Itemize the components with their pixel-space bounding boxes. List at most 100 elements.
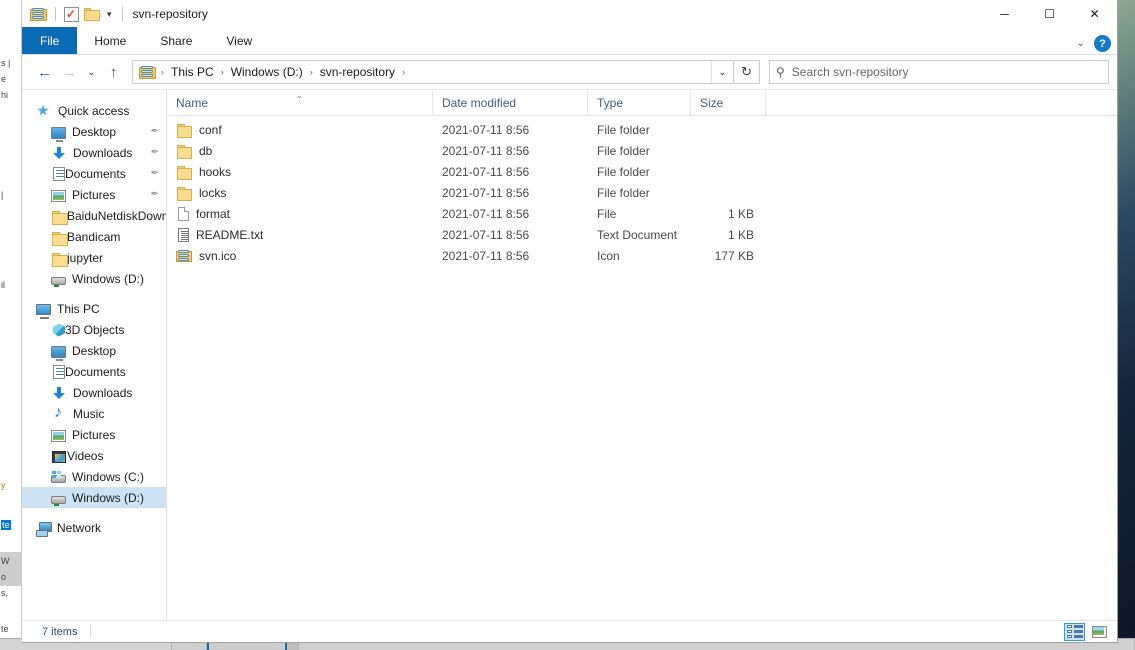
file-list-view[interactable]: Name ⌄ Date modified Type Size conf 2021-…: [167, 89, 1117, 620]
table-row[interactable]: format 2021-07-11 8:56 File 1 KB: [167, 203, 1117, 224]
close-button[interactable]: ✕: [1072, 0, 1117, 28]
pin-icon[interactable]: ✒: [151, 147, 159, 158]
tab-file[interactable]: File: [22, 27, 78, 54]
background-window-fragment[interactable]: s | e hi | il y te Wo s, te: [0, 0, 22, 650]
sidebar-item-pictures[interactable]: Pictures ✒: [22, 184, 166, 205]
file-type-label: File folder: [597, 122, 650, 137]
breadcrumb-this-pc[interactable]: This PC: [167, 65, 218, 79]
tab-home[interactable]: Home: [77, 27, 143, 54]
breadcrumb-separator-1[interactable]: ›: [218, 67, 227, 77]
column-header-size[interactable]: Size: [691, 89, 766, 116]
sidebar-item-windows-d[interactable]: Windows (D:): [22, 268, 166, 289]
cell-name: format: [167, 203, 433, 224]
breadcrumb-separator-0[interactable]: ›: [158, 67, 167, 77]
sidebar-item-label: Videos: [67, 448, 104, 463]
file-type-label: File folder: [597, 185, 650, 200]
address-bar[interactable]: › This PC › Windows (D:) › svn-repositor…: [132, 60, 734, 84]
tab-share[interactable]: Share: [143, 27, 209, 54]
help-icon[interactable]: ?: [1094, 35, 1111, 52]
table-row[interactable]: db 2021-07-11 8:56 File folder: [167, 140, 1117, 161]
sidebar-item-network[interactable]: Network: [22, 517, 166, 538]
file-type-label: Text Document: [597, 227, 678, 242]
fold-icon: [52, 252, 68, 267]
table-row[interactable]: conf 2021-07-11 8:56 File folder: [167, 119, 1117, 140]
background-text-fragment: te: [1, 624, 9, 634]
sidebar-item-bandicam[interactable]: Bandicam: [22, 226, 166, 247]
background-text-fragment: |: [1, 190, 4, 200]
column-header-type-label: Type: [597, 95, 624, 110]
sidebar-item-desktop[interactable]: Desktop ✒: [22, 121, 166, 142]
file-size-label: [691, 140, 766, 161]
sidebar-item-downloads[interactable]: Downloads ✒: [22, 142, 166, 163]
forward-button[interactable]: →: [57, 60, 82, 84]
table-row[interactable]: hooks 2021-07-11 8:56 File folder: [167, 161, 1117, 182]
recent-locations-button[interactable]: ⌄: [82, 60, 101, 84]
table-row[interactable]: locks 2021-07-11 8:56 File folder: [167, 182, 1117, 203]
search-input[interactable]: [791, 65, 1102, 79]
pin-icon[interactable]: ✒: [151, 126, 159, 137]
sidebar-item-jupyter[interactable]: jupyter: [22, 247, 166, 268]
breadcrumb-svn-repository[interactable]: svn-repository: [316, 65, 399, 79]
address-dropdown-icon[interactable]: ⌄: [711, 61, 733, 83]
sidebar-item-quick-access[interactable]: Quick access: [22, 100, 166, 121]
table-row[interactable]: svn.ico 2021-07-11 8:56 Icon 177 KB: [167, 245, 1117, 266]
file-date-label: 2021-07-11 8:56: [442, 206, 530, 221]
file-type-label: File: [597, 206, 617, 221]
breadcrumb-windows-d[interactable]: Windows (D:): [227, 65, 307, 79]
sidebar-item-3d-objects[interactable]: 3D Objects: [22, 319, 166, 340]
column-header-size-label: Size: [700, 95, 724, 110]
file-name-label: locks: [199, 185, 227, 200]
sidebar-item-baidunetdiskdownl[interactable]: BaiduNetdiskDownl: [22, 205, 166, 226]
refresh-icon[interactable]: ↻: [734, 60, 760, 84]
pin-icon[interactable]: ✒: [151, 189, 159, 200]
file-rows[interactable]: conf 2021-07-11 8:56 File folder db 2021-07-…: [167, 116, 1117, 620]
3d-icon: [53, 323, 65, 337]
column-header-name[interactable]: Name ⌄: [167, 89, 433, 116]
file-explorer-window: ✓ ▾ svn-repository ─ ☐ ✕ File Home Share…: [22, 0, 1118, 643]
window-title: svn-repository: [132, 7, 208, 21]
sidebar-item-desktop[interactable]: Desktop: [22, 340, 166, 361]
customize-qat-caret-icon[interactable]: ▾: [105, 9, 114, 19]
sidebar-item-windows-c[interactable]: Windows (C:): [22, 466, 166, 487]
file-size-label: [691, 161, 766, 182]
pc-icon: [36, 304, 51, 319]
column-header-type[interactable]: Type: [588, 89, 691, 116]
details-view-button[interactable]: [1064, 622, 1085, 641]
search-box[interactable]: ⚲: [769, 60, 1109, 84]
breadcrumb-separator-3[interactable]: ›: [399, 67, 408, 77]
column-header-date-modified[interactable]: Date modified: [433, 89, 588, 116]
sidebar-item-music[interactable]: Music: [22, 403, 166, 424]
minimize-button[interactable]: ─: [982, 0, 1027, 28]
txt-icon: [178, 228, 189, 242]
background-text-fragment: W: [1, 556, 10, 566]
svn-repository-icon[interactable]: [30, 7, 47, 22]
sidebar-item-this-pc[interactable]: This PC: [22, 298, 166, 319]
breadcrumb-separator-2[interactable]: ›: [307, 67, 316, 77]
up-button[interactable]: ↑: [101, 60, 126, 84]
sidebar-item-videos[interactable]: Videos: [22, 445, 166, 466]
table-row[interactable]: README.txt 2021-07-11 8:56 Text Document 1 …: [167, 224, 1117, 245]
sidebar-item-documents[interactable]: Documents: [22, 361, 166, 382]
cell-name: locks: [167, 182, 433, 203]
maximize-button[interactable]: ☐: [1027, 0, 1072, 28]
background-text-fragment: o: [1, 572, 7, 582]
file-size-label: 1 KB: [727, 227, 754, 242]
back-button[interactable]: ←: [32, 60, 57, 84]
status-bar: 7 items: [22, 620, 1117, 642]
large-icons-view-button[interactable]: [1089, 623, 1110, 641]
sidebar-item-documents[interactable]: Documents ✒: [22, 163, 166, 184]
sidebar-item-label: Pictures: [72, 187, 116, 202]
file-date-label: 2021-07-11 8:56: [442, 227, 530, 242]
title-bar[interactable]: ✓ ▾ svn-repository ─ ☐ ✕: [22, 0, 1117, 28]
address-folder-icon[interactable]: [139, 65, 156, 80]
pin-icon[interactable]: ✒: [151, 168, 159, 179]
chevron-down-icon[interactable]: ⌄: [1077, 38, 1085, 49]
sidebar-item-pictures[interactable]: Pictures: [22, 424, 166, 445]
new-folder-icon[interactable]: [84, 7, 100, 21]
sidebar-item-downloads[interactable]: Downloads: [22, 382, 166, 403]
sidebar-item-windows-d[interactable]: Windows (D:): [22, 487, 166, 508]
properties-icon[interactable]: ✓: [64, 6, 79, 22]
qat-separator-1: [55, 7, 56, 21]
tab-view[interactable]: View: [209, 27, 269, 54]
nav-group-gap: [22, 508, 166, 517]
